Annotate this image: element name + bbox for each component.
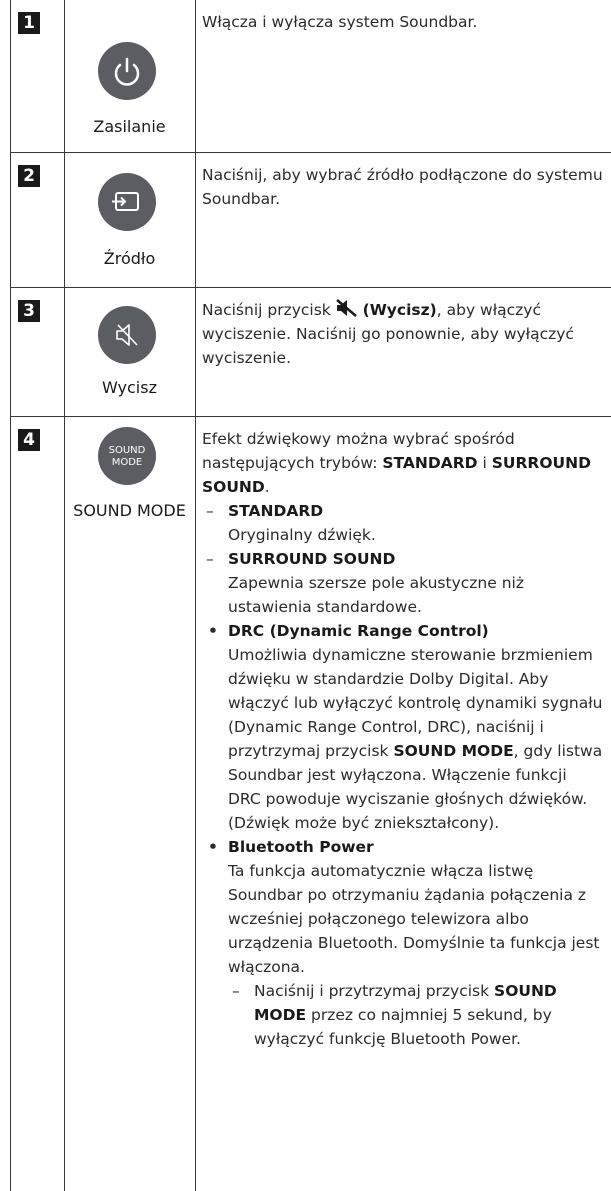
button-label: Źródło bbox=[103, 249, 156, 268]
table-row: 2 Źródło Naciśnij, aby wybrać źródło pod… bbox=[10, 153, 611, 288]
button-description: Naciśnij przycisk (Wycisz), aby włączyć … bbox=[202, 299, 574, 367]
table-row: 4 SOUND MODE SOUND MODE Efekt dźwiękowy … bbox=[10, 417, 611, 1191]
bluetooth-power-note: Naciśnij i przytrzymaj przycisk SOUND MO… bbox=[228, 979, 604, 1051]
mute-icon bbox=[116, 324, 138, 346]
source-icon bbox=[112, 192, 139, 211]
button-label: Wycisz bbox=[102, 378, 157, 397]
source-button-illustration bbox=[98, 173, 156, 231]
button-table: 1 Zasilanie Włącza i wyłącza system Soun… bbox=[10, 0, 611, 1191]
row-number: 3 bbox=[18, 300, 40, 322]
row-number: 4 bbox=[18, 429, 40, 451]
button-description: Efekt dźwiękowy można wybrać spośród nas… bbox=[202, 427, 604, 1051]
bluetooth-power-section: Bluetooth Power Ta funkcja automatycznie… bbox=[202, 835, 604, 979]
sound-mode-icon: SOUND MODE bbox=[108, 445, 146, 468]
table-row: 1 Zasilanie Włącza i wyłącza system Soun… bbox=[10, 0, 611, 153]
mute-button-illustration bbox=[98, 306, 156, 364]
sound-mode-button-illustration: SOUND MODE bbox=[98, 427, 156, 485]
button-label: SOUND MODE bbox=[73, 501, 186, 520]
drc-section: DRC (Dynamic Range Control) Umożliwia dy… bbox=[202, 619, 604, 835]
mute-inline-icon bbox=[335, 299, 357, 317]
power-button-illustration bbox=[98, 42, 156, 100]
power-icon bbox=[114, 57, 140, 86]
table-row: 3 Wycisz Naciśnij przycisk (Wycisz), aby… bbox=[10, 288, 611, 417]
mode-item: SURROUND SOUND Zapewnia szersze pole aku… bbox=[202, 547, 604, 619]
button-description: Włącza i wyłącza system Soundbar. bbox=[202, 13, 478, 31]
button-label: Zasilanie bbox=[93, 117, 166, 136]
mode-item: STANDARD Oryginalny dźwięk. bbox=[202, 499, 604, 547]
button-description: Naciśnij, aby wybrać źródło podłączone d… bbox=[202, 166, 603, 208]
sound-mode-intro: Efekt dźwiękowy można wybrać spośród nas… bbox=[202, 430, 591, 496]
row-number: 2 bbox=[18, 165, 40, 187]
row-number: 1 bbox=[18, 12, 40, 34]
